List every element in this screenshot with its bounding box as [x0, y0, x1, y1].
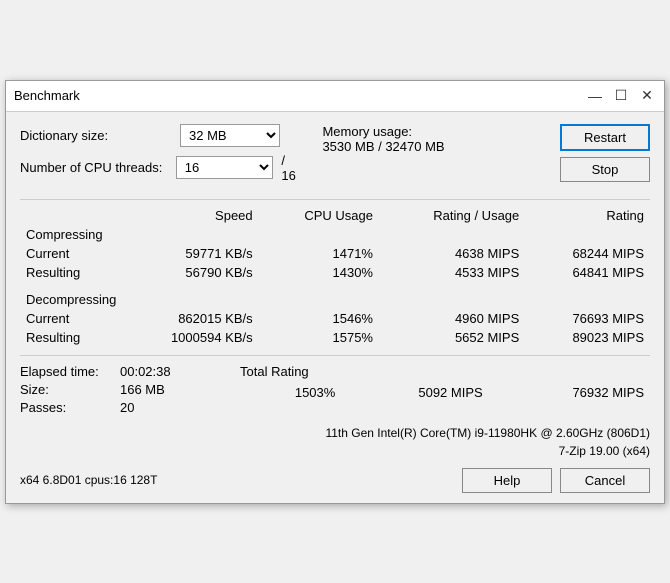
elapsed-value: 00:02:38 — [120, 364, 171, 379]
comp-current-rating-usage: 4638 MIPS — [379, 244, 525, 263]
divider-2 — [20, 355, 650, 356]
size-label: Size: — [20, 382, 120, 397]
decomp-current-row: Current 862015 KB/s 1546% 4960 MIPS 7669… — [20, 309, 650, 328]
decomp-resulting-rating: 89023 MIPS — [525, 328, 650, 347]
comp-resulting-cpu: 1430% — [259, 263, 379, 282]
decomp-resulting-rating-usage: 5652 MIPS — [379, 328, 525, 347]
comp-resulting-speed: 56790 KB/s — [119, 263, 259, 282]
stats-left: Elapsed time: 00:02:38 Size: 166 MB Pass… — [20, 364, 240, 418]
benchmark-window: Benchmark — ☐ ✕ Dictionary size: 32 MB N… — [5, 80, 665, 504]
help-button[interactable]: Help — [462, 468, 552, 493]
decompressing-label-row: Decompressing — [20, 290, 650, 309]
decomp-current-cpu: 1546% — [259, 309, 379, 328]
compressing-label-row: Compressing — [20, 225, 650, 244]
col-header-cpu: CPU Usage — [259, 206, 379, 225]
title-bar-controls: — ☐ ✕ — [586, 87, 656, 105]
comp-resulting-rating-usage: 4533 MIPS — [379, 263, 525, 282]
decompressing-label: Decompressing — [20, 290, 650, 309]
memory-value: 3530 MB / 32470 MB — [322, 139, 540, 154]
table-header-row: Speed CPU Usage Rating / Usage Rating — [20, 206, 650, 225]
dict-size-row: Dictionary size: 32 MB — [20, 124, 302, 147]
action-buttons: Restart Stop — [560, 124, 650, 182]
footer-info: 11th Gen Intel(R) Core(TM) i9-11980HK @ … — [20, 424, 650, 460]
footer-bottom: x64 6.8D01 cpus:16 128T Help Cancel — [20, 468, 650, 493]
decomp-resulting-speed: 1000594 KB/s — [119, 328, 259, 347]
size-value: 166 MB — [120, 382, 165, 397]
title-bar: Benchmark — ☐ ✕ — [6, 81, 664, 112]
cpu-threads-select[interactable]: 16 — [176, 156, 274, 179]
elapsed-row: Elapsed time: 00:02:38 — [20, 364, 240, 379]
total-rating-section: Total Rating 1503% 5092 MIPS 76932 MIPS — [240, 364, 650, 418]
cpu-threads-label: Number of CPU threads: — [20, 160, 176, 175]
elapsed-label: Elapsed time: — [20, 364, 120, 379]
settings-panel: Dictionary size: 32 MB Number of CPU thr… — [20, 124, 302, 189]
cpu-info: 11th Gen Intel(R) Core(TM) i9-11980HK @ … — [20, 424, 650, 442]
comp-current-rating: 68244 MIPS — [525, 244, 650, 263]
total-rating-header: Total Rating — [240, 364, 650, 379]
total-rating-values-row: 1503% 5092 MIPS 76932 MIPS — [240, 383, 650, 402]
memory-section: Memory usage: 3530 MB / 32470 MB — [322, 124, 540, 154]
decomp-current-rating-usage: 4960 MIPS — [379, 309, 525, 328]
decomp-resulting-row: Resulting 1000594 KB/s 1575% 5652 MIPS 8… — [20, 328, 650, 347]
decomp-current-label: Current — [20, 309, 119, 328]
col-header-speed: Speed — [119, 206, 259, 225]
comp-resulting-rating: 64841 MIPS — [525, 263, 650, 282]
bottom-section: Elapsed time: 00:02:38 Size: 166 MB Pass… — [20, 364, 650, 418]
spacer-row-1 — [20, 282, 650, 290]
col-header-rating: Rating — [525, 206, 650, 225]
main-content: Dictionary size: 32 MB Number of CPU thr… — [6, 112, 664, 503]
cancel-button[interactable]: Cancel — [560, 468, 650, 493]
total-rating-usage: 5092 MIPS — [341, 383, 488, 402]
decomp-current-rating: 76693 MIPS — [525, 309, 650, 328]
dict-size-select[interactable]: 32 MB — [180, 124, 280, 147]
app-info: 7-Zip 19.00 (x64) — [20, 442, 650, 460]
version-label: x64 6.8D01 cpus:16 128T — [20, 473, 157, 487]
col-header-name — [20, 206, 119, 225]
memory-label: Memory usage: — [322, 124, 540, 139]
size-row: Size: 166 MB — [20, 382, 240, 397]
passes-row: Passes: 20 — [20, 400, 240, 415]
comp-resulting-label: Resulting — [20, 263, 119, 282]
comp-resulting-row: Resulting 56790 KB/s 1430% 4533 MIPS 648… — [20, 263, 650, 282]
minimize-button[interactable]: — — [586, 87, 604, 105]
comp-current-row: Current 59771 KB/s 1471% 4638 MIPS 68244… — [20, 244, 650, 263]
decomp-current-speed: 862015 KB/s — [119, 309, 259, 328]
close-button[interactable]: ✕ — [638, 87, 656, 105]
total-cpu-usage: 1503% — [240, 383, 341, 402]
comp-current-label: Current — [20, 244, 119, 263]
benchmark-table: Speed CPU Usage Rating / Usage Rating Co… — [20, 206, 650, 347]
total-rating: 76932 MIPS — [489, 383, 650, 402]
footer-buttons: Help Cancel — [462, 468, 650, 493]
restart-button[interactable]: Restart — [560, 124, 650, 151]
comp-current-speed: 59771 KB/s — [119, 244, 259, 263]
window-title: Benchmark — [14, 88, 80, 103]
stop-button[interactable]: Stop — [560, 157, 650, 182]
comp-current-cpu: 1471% — [259, 244, 379, 263]
top-section: Dictionary size: 32 MB Number of CPU thr… — [20, 124, 650, 189]
thread-suffix: / 16 — [281, 153, 302, 183]
cpu-threads-row: Number of CPU threads: 16 / 16 — [20, 153, 302, 183]
decomp-resulting-cpu: 1575% — [259, 328, 379, 347]
compressing-label: Compressing — [20, 225, 650, 244]
decomp-resulting-label: Resulting — [20, 328, 119, 347]
passes-value: 20 — [120, 400, 134, 415]
total-rating-table: 1503% 5092 MIPS 76932 MIPS — [240, 383, 650, 402]
divider-1 — [20, 199, 650, 200]
dict-size-label: Dictionary size: — [20, 128, 180, 143]
maximize-button[interactable]: ☐ — [612, 87, 630, 105]
col-header-rating-usage: Rating / Usage — [379, 206, 525, 225]
passes-label: Passes: — [20, 400, 120, 415]
